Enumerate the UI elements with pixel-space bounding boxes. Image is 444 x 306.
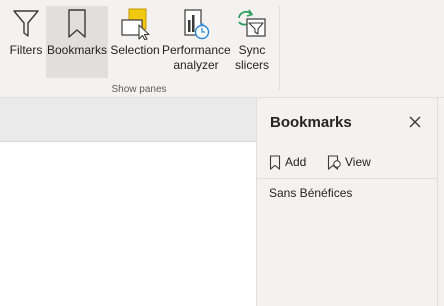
sync-slicers-label: Sync slicers <box>232 43 272 73</box>
pane-title: Bookmarks <box>270 114 352 131</box>
performance-label-line1: Performance <box>162 43 231 57</box>
sync-slicers-button[interactable]: Sync slicers <box>232 6 272 78</box>
bookmark-view-icon <box>327 154 341 170</box>
pane-divider <box>257 178 437 179</box>
ribbon-separator <box>279 6 280 90</box>
performance-analyzer-button[interactable]: Performance analyzer <box>162 6 231 78</box>
sync-label-line1: Sync <box>238 43 266 57</box>
filters-label: Filters <box>9 43 43 57</box>
bookmark-icon <box>65 8 89 44</box>
report-canvas[interactable] <box>0 142 256 306</box>
sync-label-line2: slicers <box>234 58 269 72</box>
bookmark-item[interactable]: Sans Bénéfices <box>269 186 352 200</box>
bookmarks-label: Bookmarks <box>46 43 108 57</box>
canvas-header-band <box>0 98 256 142</box>
bookmark-add-icon <box>269 154 281 170</box>
selection-button[interactable]: Selection <box>110 6 160 78</box>
show-panes-group-label: Show panes <box>111 84 167 95</box>
filter-icon <box>12 8 40 44</box>
collapsed-pane-strip <box>437 98 444 306</box>
performance-analyzer-icon <box>179 8 213 44</box>
close-pane-button[interactable] <box>407 114 423 130</box>
sync-slicers-icon <box>235 8 269 44</box>
selection-label: Selection <box>110 43 160 57</box>
performance-analyzer-label: Performance analyzer <box>162 43 231 73</box>
filters-button[interactable]: Filters <box>6 6 46 78</box>
ribbon: Filters Bookmarks Selection Performance … <box>0 0 444 98</box>
view-label: View <box>345 155 371 169</box>
view-bookmarks-button[interactable]: View <box>327 152 371 172</box>
close-icon <box>409 116 421 128</box>
add-label: Add <box>285 155 307 169</box>
bookmarks-button[interactable]: Bookmarks <box>46 6 108 78</box>
bookmarks-pane: Bookmarks Add View Sans Bénéfices <box>256 98 437 306</box>
add-bookmark-button[interactable]: Add <box>269 152 306 172</box>
selection-icon <box>118 8 152 44</box>
performance-label-line2: analyzer <box>173 58 219 72</box>
